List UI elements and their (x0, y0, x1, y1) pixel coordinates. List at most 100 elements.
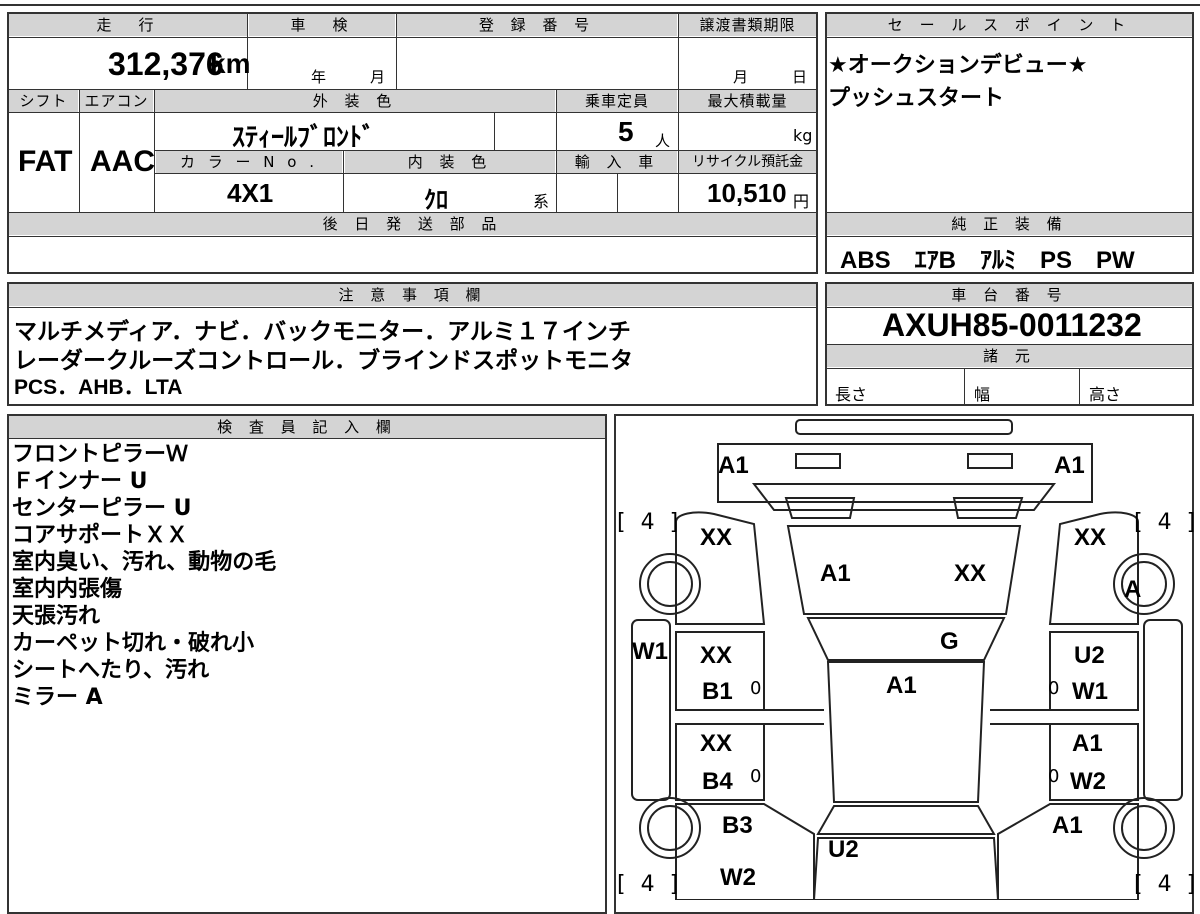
mark-front-right: A1 (1054, 452, 1085, 479)
notes-line-3: PCS．AHB．LTA (14, 376, 183, 399)
exterior-color-value: ｽﾃｨｰﾙﾌﾞﾛﾝﾄﾞ (232, 123, 376, 153)
mark-front-left: A1 (718, 452, 749, 479)
header-import: 輸 入 車 (557, 151, 677, 173)
mark-door-fl-bottom: B1 (702, 678, 733, 705)
header-notes: 注 意 事 項 欄 (9, 284, 816, 306)
headlight-right (967, 453, 1013, 469)
divider (154, 173, 818, 174)
remark-item: 天張汚れ (12, 604, 101, 629)
divider (7, 236, 818, 237)
header-shaken: 車 検 (249, 14, 395, 36)
remark-item: フロントピラーＷ (12, 442, 189, 467)
deadline-day-unit: 日 (792, 68, 808, 86)
shaken-month-unit: 月 (370, 68, 386, 86)
mark-hood-right: XX (954, 560, 987, 587)
genuine-equipment-value: ABS ｴｱB ｱﾙﾐ PS PW (840, 247, 1135, 274)
remark-item: Ｆインナー U (12, 469, 148, 494)
mark-trunk: U2 (828, 836, 859, 863)
wheel-front-left-inner (647, 561, 693, 607)
recycle-unit: 円 (793, 192, 810, 211)
front-body (717, 443, 1093, 503)
mark-fender-right: XX (1074, 524, 1107, 551)
deadline-month-unit: 月 (733, 68, 749, 86)
remark-item: コアサポートＸＸ (12, 523, 189, 548)
notes-line-2: レーダークルーズコントロール．ブラインドスポットモニタ (14, 348, 634, 374)
mark-small-0: 0 (750, 766, 762, 787)
sales-point-1: ★オークションデビュー★ (828, 53, 1088, 78)
header-specs: 諸 元 (827, 345, 1192, 367)
tyre-rear-left: [ 4 ] (617, 872, 683, 897)
remark-item: シートへたり、汚れ (12, 658, 210, 683)
front-bumper (795, 419, 1013, 435)
mark-door-fl-top: XX (700, 642, 733, 669)
header-mileage: 走 行 (9, 14, 247, 36)
divider (964, 368, 965, 406)
mark-door-rr-top: A1 (1072, 730, 1103, 757)
mark-roof: A1 (886, 672, 917, 699)
header-recycle: リサイクル預託金 (679, 151, 816, 173)
remark-item: センターピラー U (12, 496, 192, 521)
mark-small-0: 0 (1048, 766, 1060, 787)
header-chassis-no: 車 台 番 号 (827, 284, 1192, 306)
mark-door-fr-top: U2 (1074, 642, 1105, 669)
remark-item: ミラー A (12, 685, 103, 710)
divider (825, 236, 1194, 237)
divider (825, 37, 1194, 38)
remark-item: 室内臭い、汚れ、動物の毛 (12, 550, 277, 575)
mark-rear-left: W2 (720, 864, 756, 891)
mileage-unit: km (210, 48, 251, 79)
color-no-value: 4X1 (227, 178, 274, 208)
side-right (1143, 619, 1183, 801)
capacity-unit: 人 (655, 132, 671, 150)
wheel-rear-right-inner (1121, 805, 1167, 851)
divider (7, 112, 818, 113)
shift-value: FAT (18, 145, 73, 178)
spec-width: 幅 (974, 385, 991, 404)
divider (7, 37, 818, 38)
mark-hood-left: A1 (820, 560, 851, 587)
mark-quarter-left: B3 (722, 812, 753, 839)
remark-item: 室内内張傷 (12, 577, 123, 602)
mark-wheel-front-right: A (1124, 576, 1142, 603)
chassis-no-value: AXUH85-0011232 (882, 307, 1142, 343)
headlight-left (795, 453, 841, 469)
divider (7, 307, 818, 308)
header-shift: シフト (9, 90, 78, 112)
header-registration: 登 録 番 号 (397, 14, 677, 36)
divider (678, 12, 679, 89)
mark-door-rl-bottom: B4 (702, 768, 733, 795)
mark-door-rl-top: XX (700, 730, 733, 757)
divider (7, 438, 607, 439)
header-transfer-deadline: 譲渡書類期限 (679, 14, 816, 36)
mark-quarter-right: A1 (1052, 812, 1083, 839)
shaken-year-unit: 年 (311, 68, 327, 86)
divider (825, 368, 1194, 369)
header-exterior-color: 外 装 色 (155, 90, 555, 112)
mark-pillar-left: W1 (632, 638, 668, 665)
header-sales-point: セ ー ル ス ポ イ ン ト (827, 14, 1192, 36)
inspector-remarks-list: フロントピラーＷ Ｆインナー U センターピラー U コアサポートＸＸ 室内臭い… (12, 441, 276, 711)
header-inspector: 検 査 員 記 入 欄 (9, 416, 605, 438)
interior-color-value: ｸﾛ (424, 186, 448, 214)
spec-length: 長さ (835, 385, 868, 404)
mark-fender-left: XX (700, 524, 733, 551)
top-strip (0, 0, 1200, 6)
tyre-front-left: [ 4 ] (617, 510, 683, 535)
mark-door-rr-bottom: W2 (1070, 768, 1106, 795)
header-later-parts: 後 日 発 送 部 品 (9, 213, 816, 235)
header-interior-color: 内 装 色 (345, 151, 555, 173)
spec-height: 高さ (1089, 385, 1122, 404)
wheel-rear-left-inner (647, 805, 693, 851)
divider (79, 89, 80, 212)
ac-value: AAC (90, 145, 155, 178)
header-genuine-equipment: 純 正 装 備 (827, 213, 1192, 235)
rear-window (816, 805, 996, 835)
sales-point-2: プッシュスタート (828, 86, 1005, 111)
mark-small-0: 0 (750, 678, 762, 699)
header-max-load: 最大積載量 (679, 90, 816, 112)
mark-windshield: G (940, 628, 959, 655)
remark-item: カーペット切れ・破れ小 (12, 631, 255, 656)
header-color-no: カ ラ ー N o . (156, 151, 342, 173)
mark-door-fr-bottom: W1 (1072, 678, 1108, 705)
divider (617, 173, 618, 212)
